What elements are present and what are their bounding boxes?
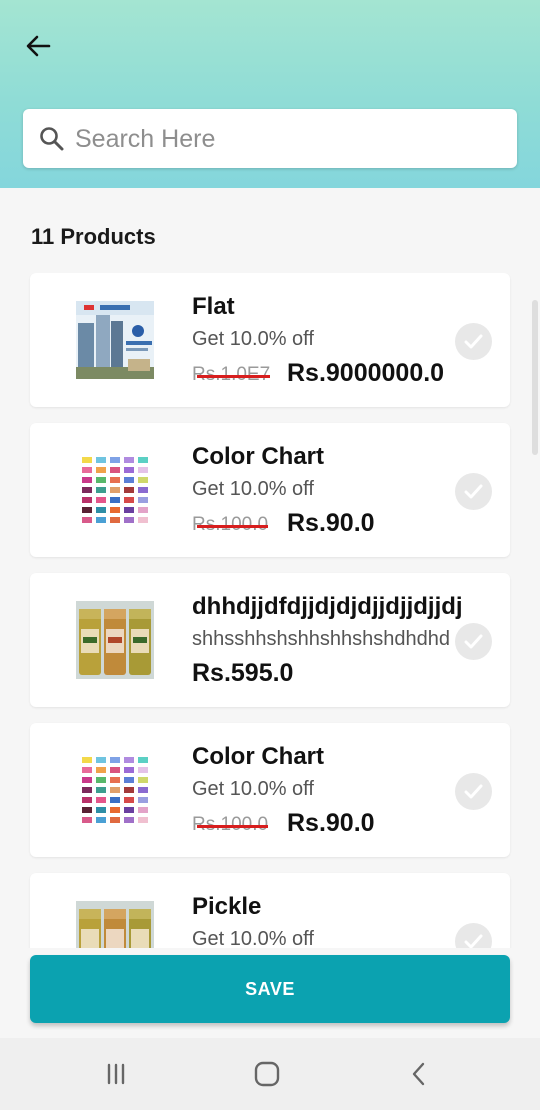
product-name: dhhdjjdfdjjdjdjdjjdjjdjjdj [192,593,463,620]
system-nav-bar [0,1038,540,1110]
color-swatch-image [76,751,154,829]
product-description: shhsshhshshhshhshshdhdhd [192,628,450,650]
scrollbar-thumb[interactable] [532,300,538,455]
check-icon [464,334,483,349]
product-discount: Get 10.0% off [192,478,314,500]
product-card[interactable]: Pickle Get 10.0% off [30,873,510,948]
back-button[interactable] [22,30,54,62]
color-swatch-image [76,451,154,529]
product-discount: Get 10.0% off [192,778,314,800]
check-icon [464,634,483,649]
product-card[interactable]: Flat Get 10.0% off Rs.1.0E7 Rs.9000000.0 [30,273,510,407]
original-price: Rs.100.0 [192,514,269,535]
back-icon [412,1062,425,1086]
original-price: Rs.1.0E7 [192,364,271,385]
select-check-button[interactable] [455,623,492,660]
select-check-button[interactable] [455,323,492,360]
product-card[interactable]: dhhdjjdfdjjdjdjdjjdjjdjjdj shhsshhshshhs… [30,573,510,707]
recent-apps-icon [107,1063,125,1085]
search-icon [40,127,64,151]
select-check-button[interactable] [455,473,492,510]
content: 11 Products Flat Get 10.0% off Rs.1.0E7 [0,188,540,1038]
header [0,0,540,188]
product-discount: Get 10.0% off [192,928,314,948]
discounted-price: Rs.90.0 [287,809,375,837]
check-icon [464,484,483,499]
building-poster-image [76,301,154,379]
search-bar[interactable] [23,109,517,170]
select-check-button[interactable] [455,773,492,810]
product-card[interactable]: Color Chart Get 10.0% off Rs.100.0 Rs.90… [30,723,510,857]
product-list[interactable]: Flat Get 10.0% off Rs.1.0E7 Rs.9000000.0 [0,273,540,948]
discounted-price: Rs.90.0 [287,509,375,537]
product-name: Pickle [192,893,262,920]
check-icon [464,934,483,948]
select-check-button[interactable] [455,923,492,948]
arrow-left-icon [26,35,51,57]
save-button[interactable]: SAVE [30,955,510,1023]
check-icon [464,784,483,799]
discounted-price: Rs.9000000.0 [287,359,445,387]
system-back-button[interactable] [401,1058,437,1090]
product-discount: Get 10.0% off [192,328,314,350]
product-price: Rs.595.0 [192,659,294,687]
original-price: Rs.100.0 [192,814,269,835]
product-name: Color Chart [192,743,324,770]
product-name: Color Chart [192,443,324,470]
product-name: Flat [192,293,235,320]
product-card[interactable]: Color Chart Get 10.0% off Rs.100.0 Rs.90… [30,423,510,557]
products-count: 11 Products [31,224,156,249]
pickle-jars-image [76,901,154,948]
home-button[interactable] [249,1058,285,1090]
pickle-jars-image [76,601,154,679]
recent-apps-button[interactable] [98,1058,134,1090]
home-icon [254,1061,280,1087]
search-input[interactable] [73,109,507,170]
